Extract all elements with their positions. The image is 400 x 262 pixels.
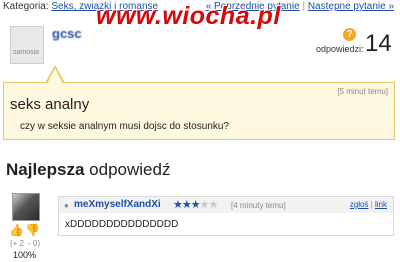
question-body: czy w seksie analnym musi dojsc do stosu… bbox=[20, 121, 229, 132]
star-icon: ★ bbox=[199, 199, 210, 211]
star-icon: ★ bbox=[181, 199, 192, 211]
best-answer-heading-bold: Najlepsza bbox=[6, 160, 85, 179]
bullet-icon: ● bbox=[64, 201, 69, 210]
star-icon: ★ bbox=[173, 199, 183, 211]
answers-count-label: odpowiedzi: bbox=[316, 44, 364, 54]
speech-bubble-tail-inner bbox=[47, 68, 63, 84]
question-mark-icon: ? bbox=[343, 28, 356, 41]
watermark-logo: www.wiocha.pl bbox=[96, 2, 281, 30]
answer-links: zgłoś | link bbox=[350, 200, 387, 209]
best-answer-heading-rest: odpowiedź bbox=[84, 160, 171, 179]
answer-header: ● meXmyselfXandXi ★★★★★ [4 minuty temu] … bbox=[59, 197, 393, 213]
thumb-up-icon[interactable]: 👍 bbox=[9, 223, 24, 237]
votes-plus: (+ 2 bbox=[10, 239, 25, 248]
answer-author[interactable]: meXmyselfXandXi bbox=[74, 199, 161, 210]
answer-time: [4 minuty temu] bbox=[231, 201, 286, 210]
question-time: [5 minut temu] bbox=[337, 87, 388, 96]
rating-stars-icon: ★★★★★ bbox=[173, 198, 219, 211]
vote-percent: 100% bbox=[13, 250, 37, 260]
asker-avatar-text: samosia bbox=[13, 49, 40, 56]
votes-minus: - 0) bbox=[28, 239, 41, 248]
asker-avatar[interactable]: samosia bbox=[10, 26, 44, 64]
asker-name[interactable]: gcsc bbox=[52, 26, 82, 41]
next-question-link[interactable]: Następne pytanie » bbox=[308, 1, 394, 12]
report-link[interactable]: zgłoś bbox=[350, 200, 369, 209]
vote-stats: (+ 2- 0) bbox=[10, 239, 40, 248]
category-label: Kategoria: bbox=[3, 1, 49, 12]
nav-separator: | bbox=[302, 1, 306, 12]
thumb-down-icon[interactable]: 👎 bbox=[25, 223, 40, 237]
star-icon: ★ bbox=[208, 199, 219, 211]
best-answer-box: ● meXmyselfXandXi ★★★★★ [4 minuty temu] … bbox=[58, 196, 394, 236]
permalink-link[interactable]: link bbox=[375, 200, 387, 209]
star-icon: ★ bbox=[190, 199, 201, 211]
best-answer-heading: Najlepsza odpowiedź bbox=[6, 160, 170, 180]
answer-text: xDDDDDDDDDDDDDDD bbox=[65, 219, 179, 230]
answers-count: 14 bbox=[365, 30, 392, 57]
answerer-avatar[interactable] bbox=[12, 193, 40, 221]
question-box: [5 minut temu] seks analny czy w seksie … bbox=[3, 82, 395, 140]
question-title: seks analny bbox=[10, 96, 90, 113]
